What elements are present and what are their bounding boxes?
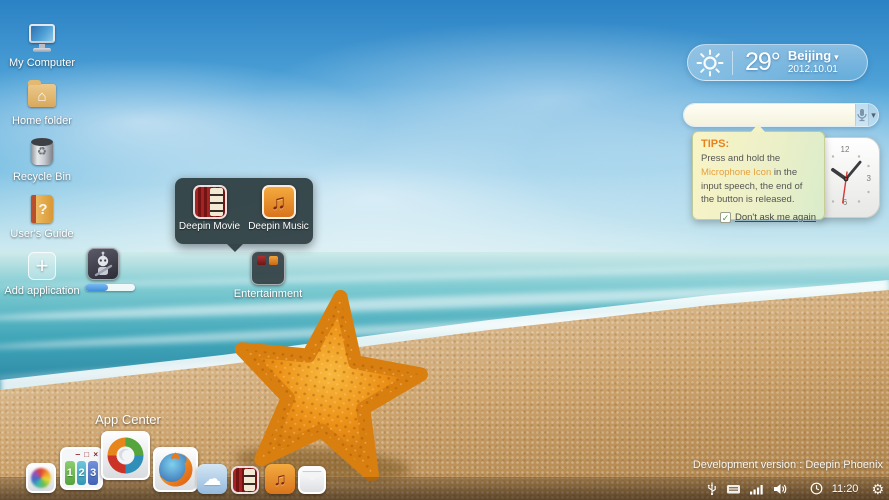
dock-icon-deepin-music[interactable]: ♫ xyxy=(265,464,295,494)
desktop-icon-users-guide[interactable]: ? User's Guide xyxy=(0,193,84,240)
app-label: Deepin Music xyxy=(247,221,311,232)
dock-icon-mail[interactable] xyxy=(298,466,326,494)
deepin-music-icon: ♫ xyxy=(262,185,296,219)
app-label: Deepin Movie xyxy=(178,221,242,232)
mini-movie-icon xyxy=(257,256,266,265)
firefox-icon xyxy=(155,449,196,490)
calc-key-3: 3 xyxy=(88,461,98,485)
my-computer-icon xyxy=(26,22,58,54)
starfish-image xyxy=(215,279,440,493)
dock-icon-app-center[interactable] xyxy=(101,431,150,480)
calc-key-2: 2 xyxy=(77,461,87,485)
color-swirl-icon xyxy=(31,468,51,488)
installing-app-icon[interactable] xyxy=(85,248,121,280)
microphone-icon xyxy=(856,108,868,122)
app-deepin-music[interactable]: ♫ Deepin Music xyxy=(247,185,311,232)
icon-label: Home folder xyxy=(0,115,84,127)
house-icon: ⌂ xyxy=(37,89,46,104)
desktop: My Computer ⌂ Home folder ♻ Recycle Bin … xyxy=(0,0,889,500)
tips-title: TIPS: xyxy=(701,138,816,150)
music-note-icon: ♫ xyxy=(273,470,287,488)
microphone-button[interactable] xyxy=(855,104,868,126)
chevron-down-icon: ▾ xyxy=(834,52,839,62)
plus-icon: + xyxy=(36,255,49,277)
robot-icon xyxy=(87,248,119,280)
icon-label: Add application xyxy=(0,285,84,297)
mini-music-icon xyxy=(269,256,278,265)
dock-icon-cloud[interactable]: ☁ xyxy=(197,464,227,494)
filmstrip-icon xyxy=(244,469,255,491)
dont-ask-again-checkbox[interactable]: ✓ Don't ask me again xyxy=(701,212,816,223)
cloud-icon: ☁ xyxy=(203,470,222,489)
calc-key-1: 1 xyxy=(65,461,75,485)
recycle-bin-icon: ♻ xyxy=(26,136,58,168)
desktop-icon-recycle-bin[interactable]: ♻ Recycle Bin xyxy=(0,136,84,183)
checkbox-label: Don't ask me again xyxy=(735,212,816,223)
settings-gear-icon[interactable]: ⚙ xyxy=(871,482,884,496)
clock-icon[interactable] xyxy=(810,482,823,495)
dock-icon-firefox[interactable] xyxy=(153,447,198,492)
dev-version-text: Development version : Deepin Phoenix xyxy=(693,459,883,471)
home-folder-icon: ⌂ xyxy=(26,80,58,112)
weather-date: 2012.10.01 xyxy=(788,64,839,76)
tips-body: Press and hold the Microphone Icon in th… xyxy=(701,152,816,207)
desktop-icon-add-application[interactable]: + Add application xyxy=(0,250,84,297)
voice-search-bar: ▾ xyxy=(683,103,879,127)
deepin-movie-icon xyxy=(193,185,227,219)
icon-label: My Computer xyxy=(0,57,84,69)
desktop-icon-entertainment[interactable]: Entertainment xyxy=(226,251,310,300)
tray-time: 11:20 xyxy=(832,483,859,495)
dock-icon-calculator[interactable]: ‒ □ × 1 2 3 xyxy=(60,447,103,490)
signal-strength-icon[interactable] xyxy=(750,483,764,495)
icon-label: User's Guide xyxy=(0,228,84,240)
tips-highlight: Microphone Icon xyxy=(701,167,771,178)
dock-icon-deepin-movie[interactable] xyxy=(231,466,259,494)
desktop-icon-home-folder[interactable]: ⌂ Home folder xyxy=(0,80,84,127)
dock-icon-media-swirl[interactable] xyxy=(26,463,56,493)
icon-label: Recycle Bin xyxy=(0,171,84,183)
desktop-icon-my-computer[interactable]: My Computer xyxy=(0,22,84,69)
volume-icon[interactable] xyxy=(773,483,787,495)
app-center-label: App Center xyxy=(78,412,178,427)
recycle-icon: ♻ xyxy=(26,145,58,158)
add-application-icon: + xyxy=(26,250,58,282)
question-icon: ? xyxy=(31,195,55,223)
entertainment-folder-icon xyxy=(251,251,285,285)
temperature: 29° xyxy=(733,48,788,77)
system-tray: 11:20 ⚙ xyxy=(707,477,884,500)
install-progress-fill xyxy=(85,284,108,291)
folder-popup: Deepin Movie ♫ Deepin Music xyxy=(175,178,313,244)
city-selector[interactable]: Beijing▾ xyxy=(788,49,839,64)
sun-icon xyxy=(688,49,732,77)
search-input[interactable] xyxy=(684,104,855,126)
app-deepin-movie[interactable]: Deepin Movie xyxy=(178,185,242,232)
icon-label: Entertainment xyxy=(226,288,310,300)
app-center-pinwheel-icon xyxy=(103,433,148,478)
users-guide-icon: ? xyxy=(26,193,58,225)
music-note-icon: ♫ xyxy=(271,192,287,213)
tips-popup: TIPS: Press and hold the Microphone Icon… xyxy=(692,131,825,220)
chevron-down-icon: ▾ xyxy=(871,110,876,121)
keyboard-icon[interactable] xyxy=(726,483,741,495)
weather-widget: 29° Beijing▾ 2012.10.01 xyxy=(687,44,868,81)
calculator-titlebar: ‒ □ × xyxy=(64,450,99,459)
usb-icon[interactable] xyxy=(707,481,717,496)
install-progress-bar xyxy=(85,284,135,291)
checkbox-icon[interactable]: ✓ xyxy=(720,212,731,223)
